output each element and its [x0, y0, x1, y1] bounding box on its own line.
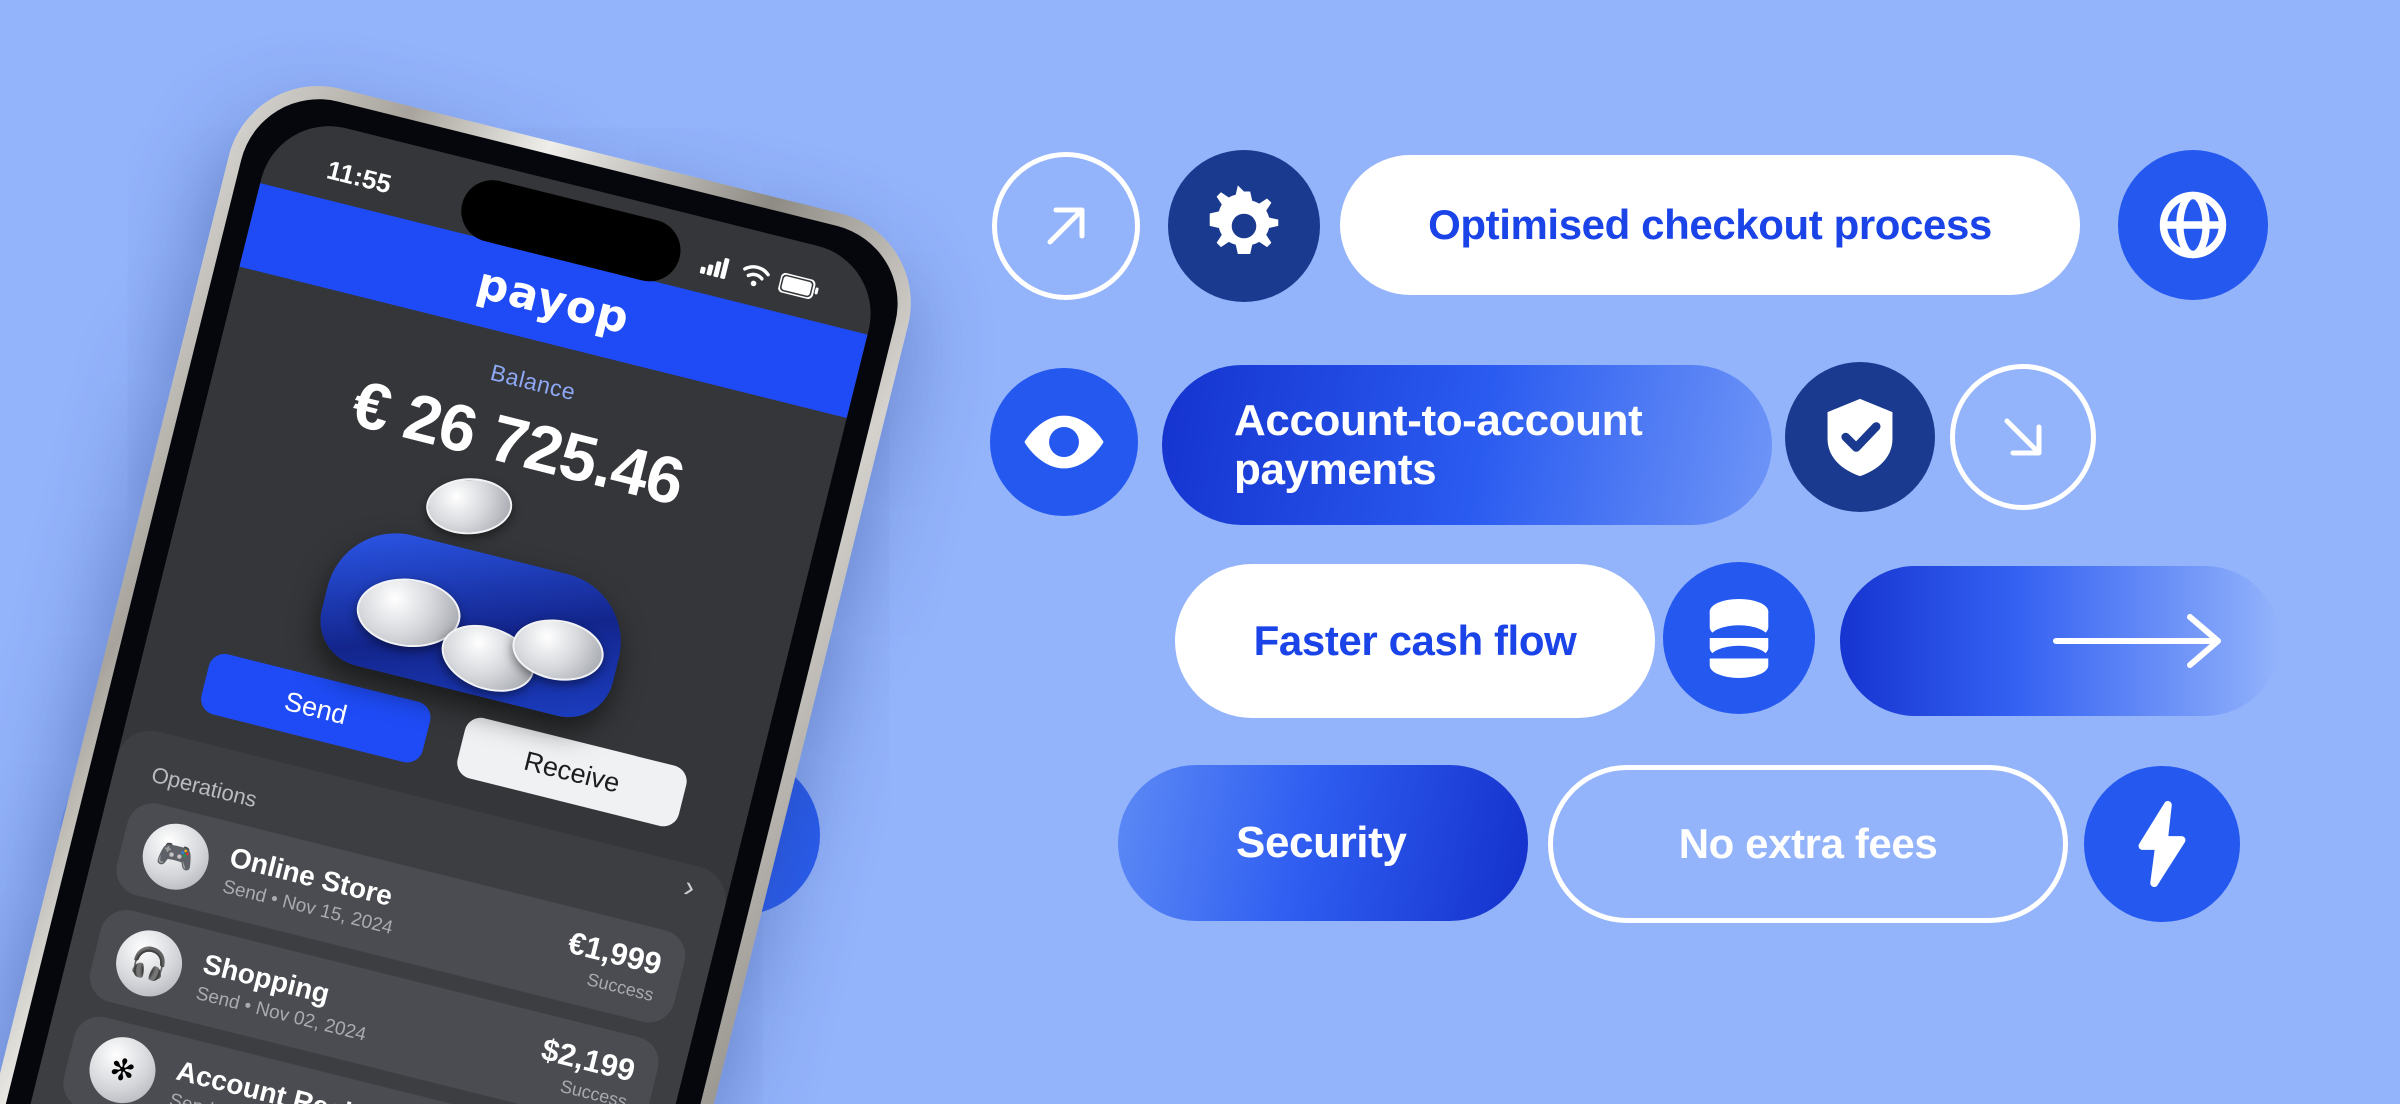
headphones-icon: 🎧 [109, 923, 190, 1004]
pill-no-extra-fees[interactable]: No extra fees [1548, 765, 2068, 923]
arrow-right-icon [2048, 591, 2228, 691]
receive-button-label: Receive [521, 745, 624, 798]
status-time: 11:55 [324, 153, 395, 199]
database-icon [1703, 597, 1775, 679]
globe-badge[interactable] [2118, 150, 2268, 300]
gear-icon [1203, 185, 1285, 267]
arrow-down-right-badge[interactable] [1950, 364, 2096, 510]
promo-banner: Financial inclusion 11:55 [0, 0, 2400, 1104]
wifi-icon [739, 262, 771, 290]
cellular-signal-icon [699, 252, 733, 281]
lightning-badge[interactable] [2084, 766, 2240, 922]
send-button-label: Send [281, 685, 351, 730]
network-icon: ✻ [82, 1030, 163, 1104]
lightning-bolt-icon [2132, 801, 2192, 887]
shield-check-icon [1821, 395, 1899, 479]
arrow-down-right-icon [1991, 405, 2055, 469]
coin [425, 476, 514, 536]
pill-faster-cash-flow[interactable]: Faster cash flow [1175, 564, 1655, 718]
gamepad-icon: 🎮 [135, 816, 216, 897]
pill-account-to-account[interactable]: Account-to-account payments [1162, 365, 1772, 525]
phone-screen: 11:55 payop Balance € 26 725.46 Send Rec… [0, 111, 886, 1104]
phone-bezel: 11:55 payop Balance € 26 725.46 Send Rec… [0, 82, 915, 1104]
arrow-up-right-icon [1034, 194, 1098, 258]
globe-icon [2152, 184, 2234, 266]
gear-badge[interactable] [1168, 150, 1320, 302]
eye-badge[interactable] [990, 368, 1138, 516]
database-badge[interactable] [1663, 562, 1815, 714]
phone-mockup: 11:55 payop Balance € 26 725.46 Send Rec… [0, 66, 931, 1104]
arrow-up-right-badge[interactable] [992, 152, 1140, 300]
pill-label: Security [1236, 818, 1407, 868]
battery-icon [777, 272, 821, 301]
pill-label: Optimised checkout process [1428, 201, 1992, 249]
pill-label: Faster cash flow [1253, 617, 1577, 665]
pill-security[interactable]: Security [1118, 765, 1528, 921]
eye-icon [1020, 410, 1108, 474]
pill-label: No extra fees [1678, 820, 1938, 868]
shield-check-badge[interactable] [1785, 362, 1935, 512]
pill-optimised-checkout[interactable]: Optimised checkout process [1340, 155, 2080, 295]
arrow-right-pill[interactable] [1840, 566, 2280, 716]
phone-frame: 11:55 payop Balance € 26 725.46 Send Rec… [0, 66, 931, 1104]
pill-label: Account-to-account payments [1234, 395, 1643, 494]
